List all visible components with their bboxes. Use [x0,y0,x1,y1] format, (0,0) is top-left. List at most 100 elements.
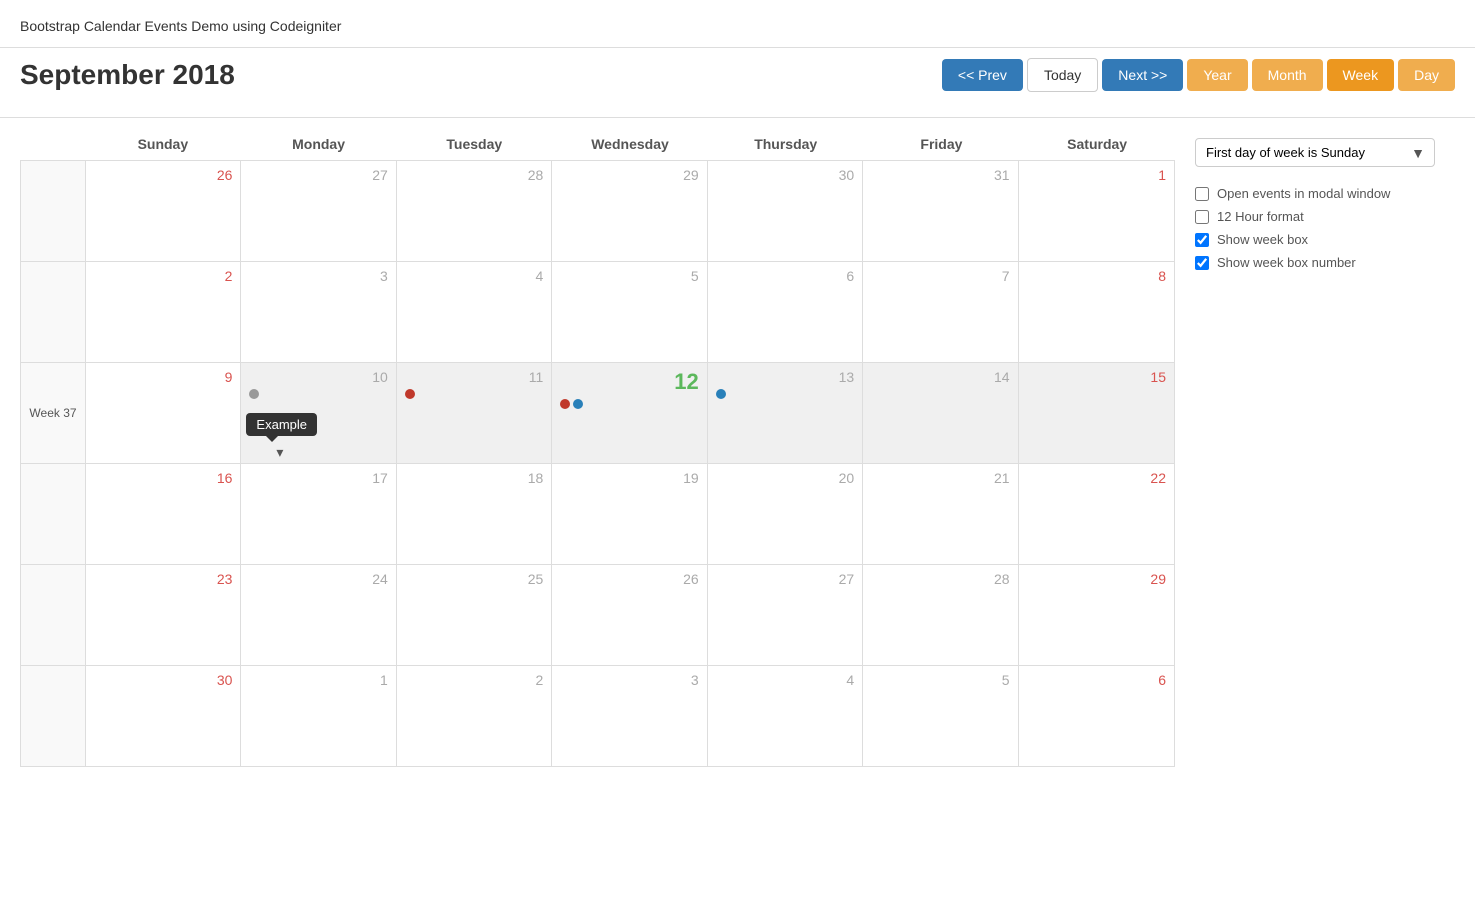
day-cell[interactable]: 18 [397,464,552,564]
day-cell[interactable]: 31 [863,161,1018,261]
day-cell[interactable]: 26 [552,565,707,665]
day-cell-11[interactable]: 11 [397,363,552,463]
day-cell[interactable]: 30 [708,161,863,261]
week-label-1 [21,161,86,261]
day-cell-13[interactable]: 13 [708,363,863,463]
day-cell[interactable]: 7 [863,262,1018,362]
weeknum-label: Show week box number [1217,255,1356,270]
day-cell[interactable]: 4 [397,262,552,362]
day-cell[interactable]: 1 [1019,161,1174,261]
day-cell-10[interactable]: 10 Example ▾ [241,363,396,463]
option-weekbox: Show week box [1195,228,1435,251]
day-cell-12[interactable]: 12 [552,363,707,463]
prev-button[interactable]: << Prev [942,59,1023,91]
event-dot-red[interactable] [560,399,570,409]
12hour-label: 12 Hour format [1217,209,1304,224]
day-cell[interactable]: 5 [552,262,707,362]
option-12hour: 12 Hour format [1195,205,1435,228]
day-cell[interactable]: 19 [552,464,707,564]
week-header-col [20,136,85,152]
navigation-buttons: << Prev Today Next >> Year Month Week Da… [942,58,1455,92]
week-label-5 [21,565,86,665]
week-label-6 [21,666,86,766]
calendar-grid: 26 27 28 29 30 31 1 2 3 4 5 6 7 8 W [20,161,1175,767]
day-cell[interactable]: 3 [552,666,707,766]
modal-checkbox[interactable] [1195,187,1209,201]
calendar-header: Sunday Monday Tuesday Wednesday Thursday… [20,128,1175,161]
day-cell[interactable]: 3 [241,262,396,362]
day-cell[interactable]: 6 [708,262,863,362]
day-cell[interactable]: 27 [708,565,863,665]
week-label-4 [21,464,86,564]
calendar-area: Sunday Monday Tuesday Wednesday Thursday… [20,128,1175,767]
weekbox-checkbox[interactable] [1195,233,1209,247]
calendar-row-4: 16 17 18 19 20 21 22 [21,464,1174,565]
calendar-row-6: 30 1 2 3 4 5 6 [21,666,1174,766]
day-cell[interactable]: 5 [863,666,1018,766]
day-cell[interactable]: 21 [863,464,1018,564]
header-sunday: Sunday [85,136,241,152]
day-cell[interactable]: 28 [863,565,1018,665]
event-dot-blue[interactable] [716,389,726,399]
calendar-row-3: Week 37 9 10 Example ▾ 11 [21,363,1174,464]
option-modal: Open events in modal window [1195,182,1435,205]
header-friday: Friday [864,136,1020,152]
day-cell[interactable]: 30 [86,666,241,766]
day-cell[interactable]: 4 [708,666,863,766]
option-weeknum: Show week box number [1195,251,1435,274]
day-cell[interactable]: 26 [86,161,241,261]
event-tooltip: Example [246,413,317,436]
sidebar: First day of week is Sunday First day of… [1175,128,1455,767]
app-title: Bootstrap Calendar Events Demo using Cod… [0,8,1475,39]
day-cell-14[interactable]: 14 [863,363,1018,463]
view-month-button[interactable]: Month [1252,59,1323,91]
day-cell[interactable]: 24 [241,565,396,665]
header-saturday: Saturday [1019,136,1175,152]
day-cell[interactable]: 17 [241,464,396,564]
next-button[interactable]: Next >> [1102,59,1183,91]
day-cell[interactable]: 20 [708,464,863,564]
header-tuesday: Tuesday [396,136,552,152]
day-cell[interactable]: 2 [397,666,552,766]
header-wednesday: Wednesday [552,136,708,152]
today-button[interactable]: Today [1027,58,1098,92]
day-cell[interactable]: 29 [552,161,707,261]
view-week-button[interactable]: Week [1327,59,1395,91]
day-cell[interactable]: 23 [86,565,241,665]
event-dot-blue[interactable] [573,399,583,409]
header-thursday: Thursday [708,136,864,152]
day-cell[interactable]: 27 [241,161,396,261]
weekbox-label: Show week box [1217,232,1308,247]
day-cell[interactable]: 22 [1019,464,1174,564]
events-area [716,389,854,399]
event-dot-gray[interactable] [249,389,259,399]
12hour-checkbox[interactable] [1195,210,1209,224]
events-area [560,399,698,409]
week-label-2 [21,262,86,362]
first-day-select-wrap: First day of week is Sunday First day of… [1195,138,1435,167]
calendar-row-5: 23 24 25 26 27 28 29 [21,565,1174,666]
sidebar-options: Open events in modal window 12 Hour form… [1195,182,1435,274]
day-cell[interactable]: 25 [397,565,552,665]
weeknum-checkbox[interactable] [1195,256,1209,270]
day-cell-15[interactable]: 15 [1019,363,1174,463]
events-area [249,389,387,399]
day-cell[interactable]: 2 [86,262,241,362]
more-events-icon[interactable]: ▾ [276,444,283,461]
month-year-title: September 2018 [20,59,235,91]
day-cell[interactable]: 6 [1019,666,1174,766]
events-area [405,389,543,399]
view-day-button[interactable]: Day [1398,59,1455,91]
view-year-button[interactable]: Year [1187,59,1247,91]
day-cell[interactable]: 16 [86,464,241,564]
day-cell[interactable]: 1 [241,666,396,766]
modal-label: Open events in modal window [1217,186,1390,201]
header-monday: Monday [241,136,397,152]
first-day-select[interactable]: First day of week is Sunday First day of… [1195,138,1435,167]
day-cell[interactable]: 28 [397,161,552,261]
day-cell[interactable]: 29 [1019,565,1174,665]
event-dot-red[interactable] [405,389,415,399]
day-cell[interactable]: 8 [1019,262,1174,362]
day-cell-9[interactable]: 9 [86,363,241,463]
week-label-37: Week 37 [21,363,86,463]
